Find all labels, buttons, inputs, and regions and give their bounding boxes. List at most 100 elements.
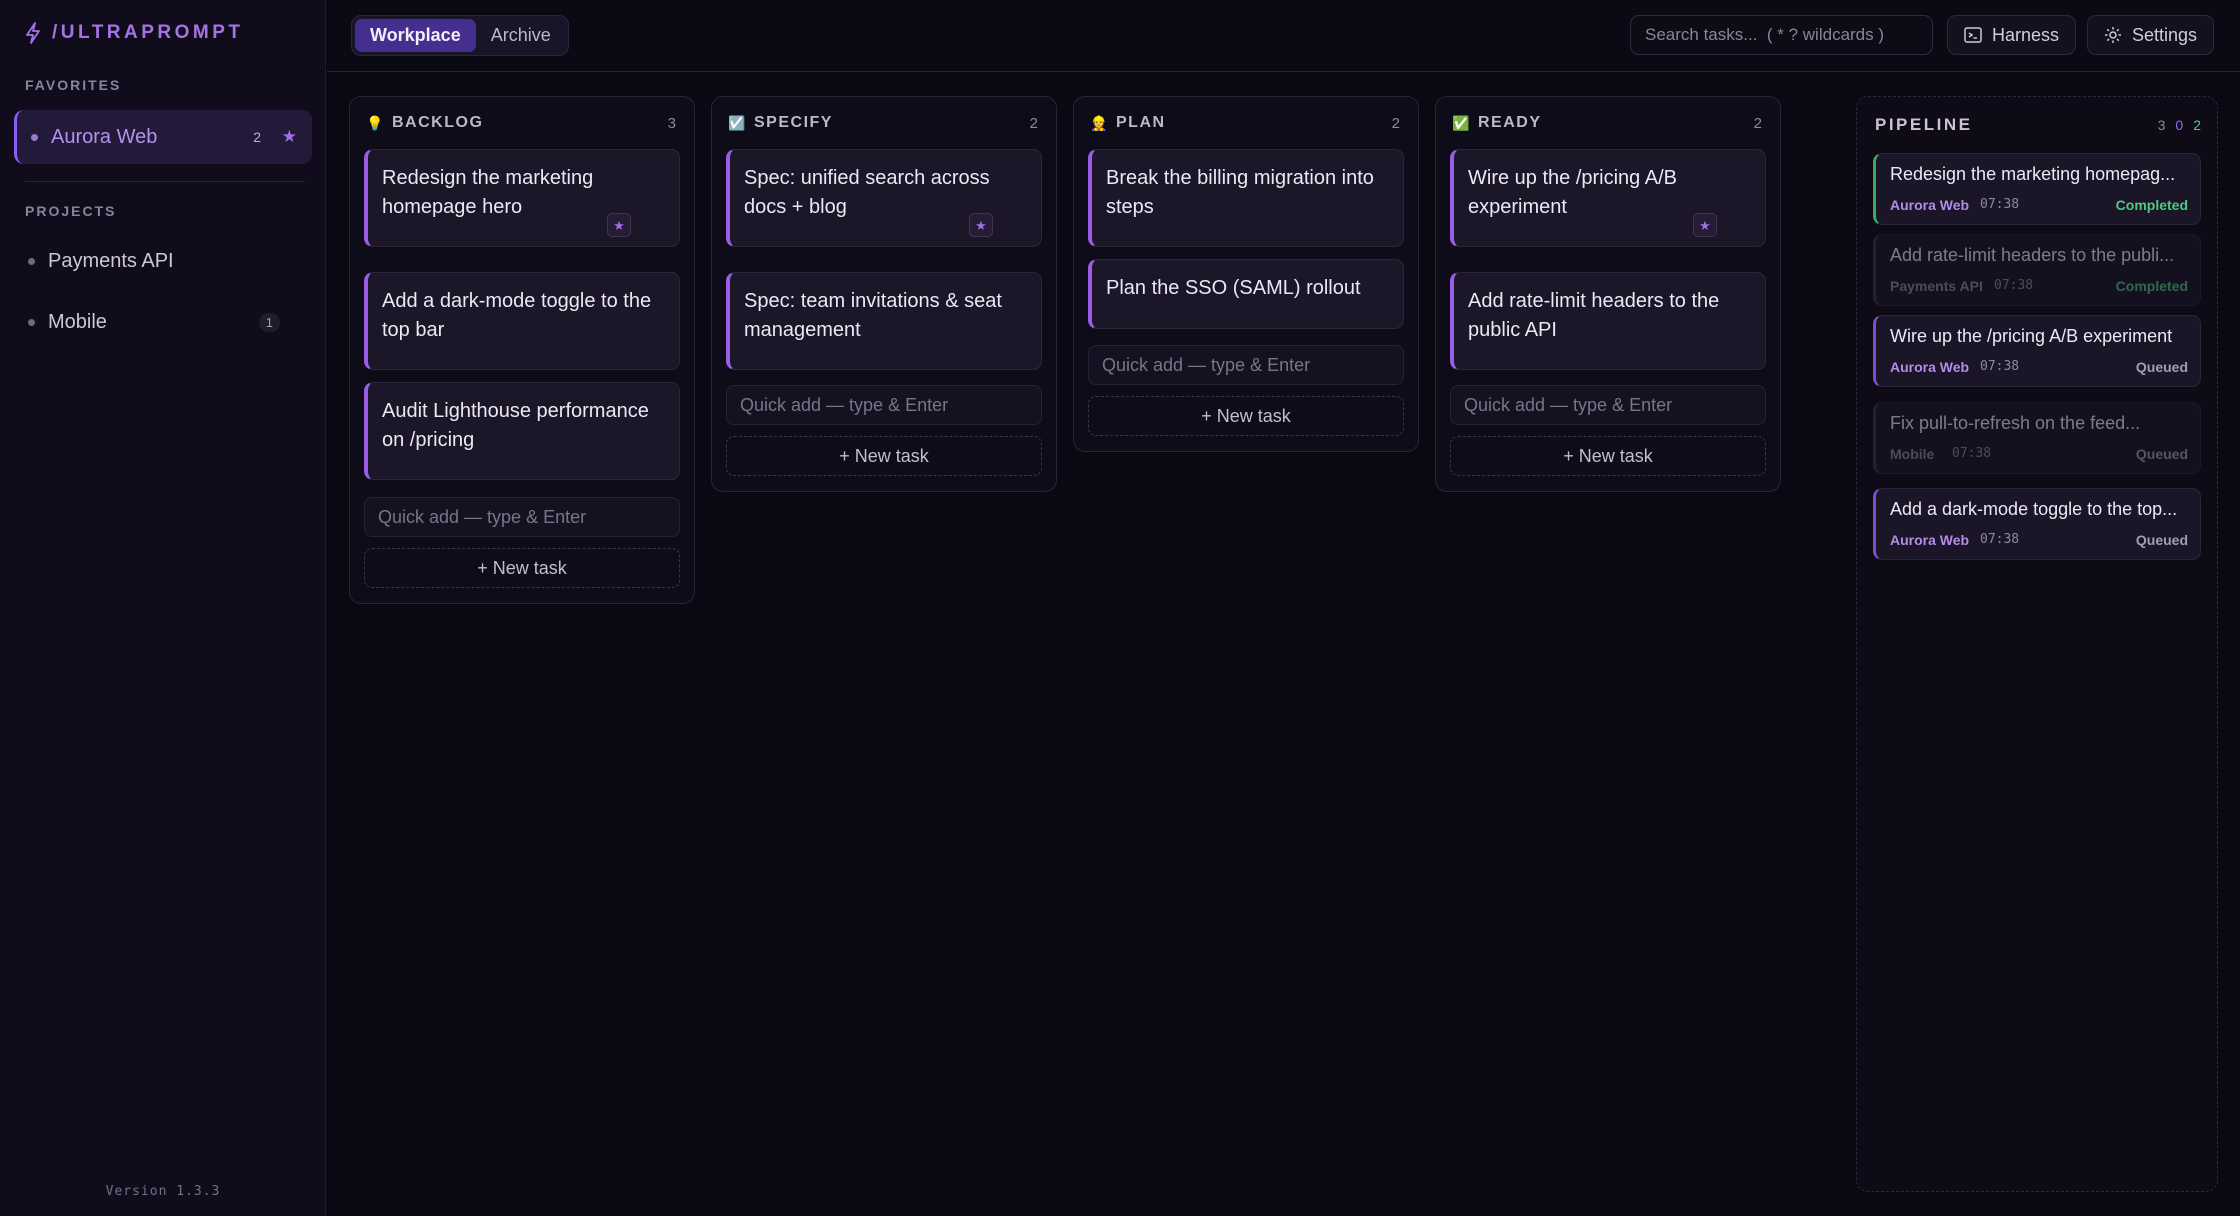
- pipeline-item-status: Completed: [2115, 197, 2188, 213]
- star-icon[interactable]: ★: [282, 127, 297, 147]
- pipeline-count-running: 0: [2175, 117, 2184, 133]
- quick-add-input[interactable]: [726, 385, 1042, 425]
- pipeline-item[interactable]: Wire up the /pricing A/B experiment Auro…: [1873, 315, 2201, 387]
- pipeline-item-project: Payments API: [1890, 278, 1983, 294]
- new-task-button[interactable]: + New task: [364, 548, 680, 588]
- pipeline-item-title: Add a dark-mode toggle to the top...: [1890, 499, 2178, 519]
- pipeline-item-project: Aurora Web: [1890, 197, 1970, 213]
- view-tabs: Workplace Archive: [351, 15, 569, 56]
- pipeline-item-project: Mobile: [1890, 446, 1935, 462]
- check-icon: ✅: [1452, 114, 1470, 131]
- quick-add-input[interactable]: [1450, 385, 1766, 425]
- pipeline-item[interactable]: Add rate-limit headers to the publi... P…: [1873, 234, 2201, 306]
- pipeline-item-title: Redesign the marketing homepag...: [1890, 164, 2176, 184]
- harness-button[interactable]: Harness: [1947, 15, 2077, 55]
- sidebar-item-payments-api[interactable]: Payments API: [14, 239, 312, 283]
- task-title: Spec: unified search across docs + blog: [744, 167, 990, 218]
- pipeline-panel: PIPELINE 3 0 2 Redesign the marketing ho…: [1856, 96, 2218, 1192]
- task-card[interactable]: Spec: unified search across docs + blog …: [726, 149, 1042, 247]
- lightbulb-icon: 💡: [366, 114, 384, 131]
- task-title: Spec: team invitations & seat management: [744, 290, 1002, 341]
- task-title: Plan the SSO (SAML) rollout: [1106, 277, 1361, 299]
- top-bar: Workplace Archive Harness Settings: [327, 0, 2240, 72]
- new-task-button[interactable]: + New task: [1450, 436, 1766, 476]
- star-icon[interactable]: ★: [607, 213, 631, 237]
- task-card[interactable]: Audit Lighthouse performance on /pricing: [364, 382, 680, 480]
- pipeline-item-time: 07:38: [1980, 359, 2020, 374]
- star-icon[interactable]: ★: [1693, 213, 1717, 237]
- projects-label: PROJECTS: [25, 203, 117, 219]
- task-card[interactable]: Break the billing migration into steps: [1088, 149, 1404, 247]
- pipeline-count-total: 3: [2157, 117, 2166, 133]
- column-count: 2: [1753, 114, 1762, 132]
- new-task-button[interactable]: + New task: [1088, 396, 1404, 436]
- task-title: Add rate-limit headers to the public API: [1468, 290, 1720, 341]
- column-plan: 👷 PLAN 2 Break the billing migration int…: [1073, 96, 1419, 452]
- task-card[interactable]: Add rate-limit headers to the public API: [1450, 272, 1766, 370]
- column-ready: ✅ READY 2 Wire up the /pricing A/B exper…: [1435, 96, 1781, 492]
- checkbox-icon: ☑️: [728, 114, 746, 131]
- column-title: BACKLOG: [392, 114, 484, 131]
- sidebar-item-aurora-web[interactable]: Aurora Web 2 ★: [14, 110, 312, 164]
- column-count: 2: [1029, 114, 1038, 132]
- pipeline-item-project: Aurora Web: [1890, 359, 1970, 375]
- search-input[interactable]: [1630, 15, 1933, 55]
- sidebar-item-mobile[interactable]: Mobile 1: [14, 300, 312, 344]
- project-dot-icon: [31, 133, 38, 141]
- task-card[interactable]: Spec: team invitations & seat management: [726, 272, 1042, 370]
- pipeline-item-status: Queued: [2135, 446, 2188, 462]
- pipeline-item-time: 07:38: [1980, 532, 2020, 547]
- sidebar-divider: [25, 181, 305, 182]
- settings-label: Settings: [2132, 24, 2198, 45]
- column-title: READY: [1478, 114, 1542, 131]
- pipeline-item[interactable]: Redesign the marketing homepag... Aurora…: [1873, 153, 2201, 225]
- bolt-icon: [26, 22, 40, 44]
- gear-icon: [2105, 27, 2121, 43]
- harness-label: Harness: [1992, 24, 2060, 45]
- column-title: SPECIFY: [754, 114, 833, 131]
- sidebar-item-label: Payments API: [48, 249, 174, 272]
- pipeline-item-title: Add rate-limit headers to the publi...: [1890, 245, 2175, 265]
- pipeline-item-status: Queued: [2135, 532, 2188, 548]
- favorites-label: FAVORITES: [25, 77, 122, 93]
- pipeline-counts: 3 0 2: [2158, 117, 2201, 133]
- brand-name: /ULTRAPROMPT: [52, 22, 244, 43]
- pipeline-item-time: 07:38: [1994, 278, 2034, 293]
- settings-button[interactable]: Settings: [2087, 15, 2215, 55]
- task-title: Break the billing migration into steps: [1106, 167, 1374, 218]
- pipeline-count-done: 2: [2193, 117, 2201, 133]
- pipeline-item-status: Queued: [2135, 359, 2188, 375]
- new-task-button[interactable]: + New task: [726, 436, 1042, 476]
- column-header: ☑️ SPECIFY 2: [728, 113, 1038, 133]
- pipeline-item-time: 07:38: [1980, 197, 2020, 212]
- task-title: Wire up the /pricing A/B experiment: [1468, 167, 1677, 218]
- column-count: 2: [1391, 114, 1400, 132]
- pipeline-item[interactable]: Fix pull-to-refresh on the feed... Mobil…: [1873, 402, 2201, 474]
- task-card[interactable]: Plan the SSO (SAML) rollout: [1088, 259, 1404, 329]
- project-dot-icon: [28, 318, 35, 326]
- person-icon: 👷: [1090, 114, 1108, 131]
- quick-add-input[interactable]: [364, 497, 680, 537]
- pipeline-item-project: Aurora Web: [1890, 532, 1970, 548]
- pipeline-item-time: 07:38: [1952, 446, 1992, 461]
- task-card[interactable]: Add a dark-mode toggle to the top bar: [364, 272, 680, 370]
- brand-logo[interactable]: /ULTRAPROMPT: [24, 22, 244, 44]
- sidebar-item-label: Mobile: [48, 310, 107, 333]
- quick-add-input[interactable]: [1088, 345, 1404, 385]
- sidebar: /ULTRAPROMPT FAVORITES Aurora Web 2 ★ PR…: [0, 0, 326, 1216]
- tab-workplace[interactable]: Workplace: [355, 19, 476, 52]
- terminal-icon: [1964, 27, 1982, 43]
- pipeline-item[interactable]: Add a dark-mode toggle to the top... Aur…: [1873, 488, 2201, 560]
- pipeline-title: PIPELINE: [1875, 115, 1973, 134]
- task-card[interactable]: Wire up the /pricing A/B experiment ★: [1450, 149, 1766, 247]
- task-card[interactable]: Redesign the marketing homepage hero ★: [364, 149, 680, 247]
- column-count: 3: [667, 114, 676, 132]
- tab-archive[interactable]: Archive: [476, 19, 566, 52]
- column-title: PLAN: [1116, 114, 1166, 131]
- pipeline-item-status: Completed: [2115, 278, 2188, 294]
- column-backlog: 💡 BACKLOG 3 Redesign the marketing homep…: [349, 96, 695, 604]
- task-title: Audit Lighthouse performance on /pricing: [382, 400, 649, 451]
- task-title: Redesign the marketing homepage hero: [382, 167, 594, 218]
- star-icon[interactable]: ★: [969, 213, 993, 237]
- project-dot-icon: [28, 257, 35, 265]
